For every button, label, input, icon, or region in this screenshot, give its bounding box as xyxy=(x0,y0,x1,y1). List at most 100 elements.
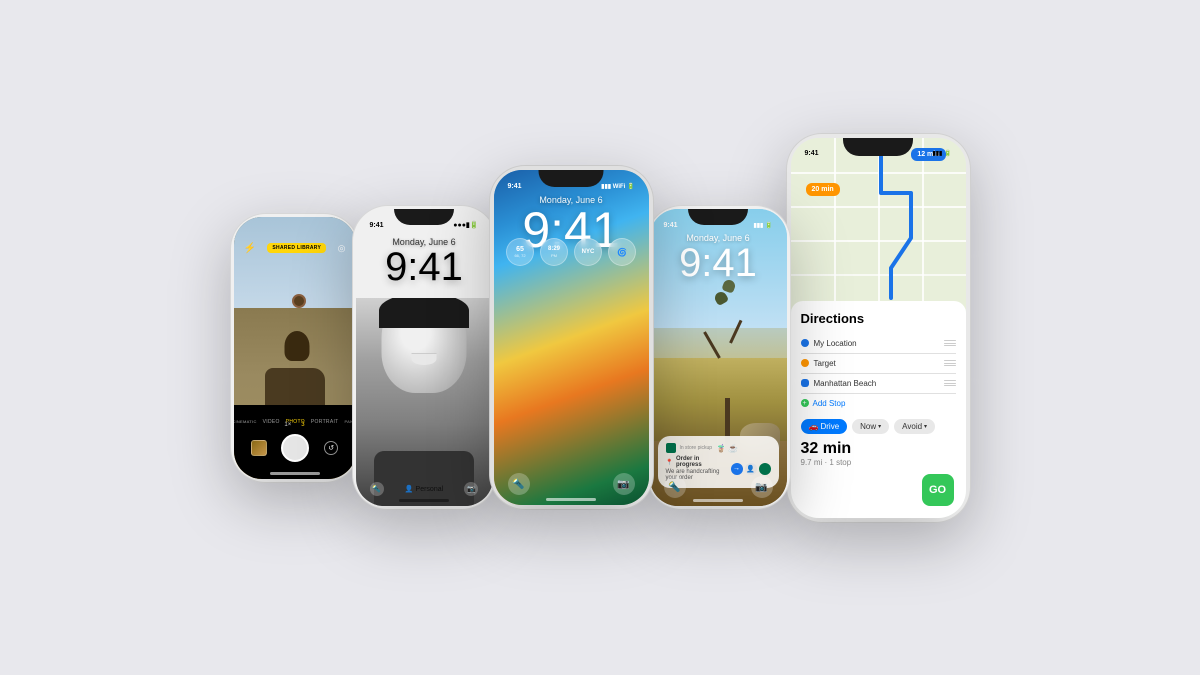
lock-date: Monday, June 6 9:41 xyxy=(650,233,787,283)
add-stop-label: Add Stop xyxy=(813,399,846,408)
menu-line xyxy=(944,345,956,346)
phone-4-desert: 9:41 ▮▮▮ 🔋 Monday, June 6 9:41 In store … xyxy=(646,205,791,510)
phone-3-screen: 9:41 ▮▮▮ WiFi 🔋 Monday, June 6 9:41 65 6… xyxy=(494,170,649,505)
direction-row-3: Manhattan Beach xyxy=(801,374,956,394)
signal-icons: ▮▮▮ WiFi 🔋 xyxy=(601,183,634,190)
lock-time-display: 9:41 xyxy=(356,247,493,287)
drive-label: Drive xyxy=(820,422,839,431)
origin-label: My Location xyxy=(814,339,939,348)
hat xyxy=(292,294,306,308)
rider-body xyxy=(284,331,309,361)
flashlight-button[interactable]: 🔦 xyxy=(370,482,384,496)
zoom-levels: 1× 3 xyxy=(234,421,356,429)
arrow-icon: → xyxy=(733,465,740,472)
phone-1-screen: ⚡ SHARED LIBRARY ◎ 1× 3 CINEMATIC VIDEO … xyxy=(234,217,356,479)
phone-3-colorful: 9:41 ▮▮▮ WiFi 🔋 Monday, June 6 9:41 65 6… xyxy=(489,165,654,510)
row-menu[interactable] xyxy=(944,339,956,347)
person-icon: 👤 xyxy=(405,485,414,493)
nyc-widget: NYC xyxy=(574,238,602,266)
phone-2-lockscreen: 9:41 ●●●▮🔋 Monday, June 6 9:41 xyxy=(352,205,497,510)
emoji-2: ☕ xyxy=(728,444,738,453)
spiral-icon: 🌀 xyxy=(617,248,627,257)
map-time-badge-2: 20 min xyxy=(806,183,840,196)
menu-line xyxy=(944,343,956,344)
widget-row: 65 66, 72 8:29 PM NYC 🌀 xyxy=(494,238,649,266)
home-indicator xyxy=(270,472,320,475)
time-display: 9:41 xyxy=(508,183,522,190)
starbucks-icon xyxy=(666,443,676,453)
zoom-3x[interactable]: 3 xyxy=(298,421,307,429)
menu-line xyxy=(944,385,956,386)
signal-icons: ●●●▮🔋 xyxy=(453,221,478,229)
menu-line xyxy=(944,380,956,381)
camera-shutter-row: ↺ xyxy=(234,431,356,465)
chevron-icon: ▾ xyxy=(924,423,927,430)
status-bar: 9:41 ▮▮▮ 🔋 xyxy=(650,217,787,233)
photo-thumbnail[interactable] xyxy=(251,440,267,456)
row-menu[interactable] xyxy=(944,359,956,367)
avoid-button[interactable]: Avoid ▾ xyxy=(894,419,935,434)
menu-line xyxy=(944,365,956,366)
profile-label: 👤 Personal xyxy=(405,485,443,493)
status-bar: 9:41 ▮▮▮ WiFi 🔋 xyxy=(494,178,649,194)
portrait-photo xyxy=(356,298,493,506)
sb-icon xyxy=(759,463,771,475)
now-label: Now xyxy=(860,422,876,431)
drive-button[interactable]: 🚗 Drive xyxy=(801,419,848,434)
add-stop-row[interactable]: + Add Stop xyxy=(801,394,956,413)
notif-emojis: 🧋 ☕ xyxy=(716,444,738,453)
route-svg xyxy=(791,138,966,309)
origin-dot xyxy=(801,339,809,347)
settings-icon[interactable]: ◎ xyxy=(338,243,346,254)
map-area: 12 min 20 min xyxy=(791,138,966,309)
time-display: 9:41 xyxy=(370,222,384,229)
eta-distance: 9.7 mi · 1 stop xyxy=(801,458,956,467)
main-scene: ⚡ SHARED LIBRARY ◎ 1× 3 CINEMATIC VIDEO … xyxy=(0,0,1200,675)
notif-header: In store pickup 🧋 ☕ xyxy=(666,443,771,453)
smile xyxy=(412,353,437,365)
tree-branch-1 xyxy=(703,331,721,358)
phone-2-screen: 9:41 ●●●▮🔋 Monday, June 6 9:41 xyxy=(356,209,493,506)
lock-time-display: 9:41 xyxy=(650,243,787,283)
go-button[interactable]: GO xyxy=(922,474,954,506)
dest-dot xyxy=(801,379,809,387)
zoom-1x[interactable]: 1× xyxy=(281,421,294,429)
emoji-1: 🧋 xyxy=(716,444,726,453)
menu-line xyxy=(944,363,956,364)
lock-screen-bottom: 🔦 📷 xyxy=(650,476,787,498)
status-bar: 9:41 ▮▮▮ 🔋 xyxy=(791,146,966,162)
row-menu[interactable] xyxy=(944,379,956,387)
shared-library-badge: SHARED LIBRARY xyxy=(267,243,326,253)
phone-4-screen: 9:41 ▮▮▮ 🔋 Monday, June 6 9:41 In store … xyxy=(650,209,787,506)
status-bar: 9:41 ●●●▮🔋 xyxy=(356,217,493,233)
stop-dot xyxy=(801,359,809,367)
hair xyxy=(379,298,469,328)
time-display: 9:41 xyxy=(664,222,678,229)
lock-date: Monday, June 6 9:41 xyxy=(356,237,493,287)
flashlight-button[interactable]: 🔦 xyxy=(508,473,530,495)
home-indicator xyxy=(399,499,449,502)
direction-row-2: Target xyxy=(801,354,956,374)
camera-bottom: CINEMATIC VIDEO PHOTO PORTRAIT PANO ↺ xyxy=(234,405,356,478)
camera-button[interactable]: 📷 xyxy=(751,476,773,498)
city-label: NYC xyxy=(582,249,595,255)
phone-5-maps: 9:41 ▮▮▮ 🔋 12 min xyxy=(786,133,971,523)
temp-range: 66, 72 xyxy=(514,253,525,258)
flip-camera-button[interactable]: ↺ xyxy=(324,441,338,455)
spiral-widget: 🌀 xyxy=(608,238,636,266)
phone-1-camera: ⚡ SHARED LIBRARY ◎ 1× 3 CINEMATIC VIDEO … xyxy=(230,213,360,483)
location-icon: 📍 xyxy=(666,459,673,466)
time-widget: 8:29 PM xyxy=(540,238,568,266)
home-indicator xyxy=(693,499,743,502)
signal-icons: ▮▮▮ 🔋 xyxy=(753,222,772,229)
menu-line xyxy=(944,340,956,341)
shutter-button[interactable] xyxy=(281,434,309,462)
flash-icon[interactable]: ⚡ xyxy=(244,243,256,254)
camera-button[interactable]: 📷 xyxy=(464,482,478,496)
flashlight-button[interactable]: 🔦 xyxy=(664,476,686,498)
menu-line xyxy=(944,360,956,361)
now-button[interactable]: Now ▾ xyxy=(852,419,889,434)
camera-button[interactable]: 📷 xyxy=(613,473,635,495)
phone-5-screen: 9:41 ▮▮▮ 🔋 12 min xyxy=(791,138,966,518)
lock-screen-bottom: 🔦 👤 Personal 📷 xyxy=(356,482,493,496)
